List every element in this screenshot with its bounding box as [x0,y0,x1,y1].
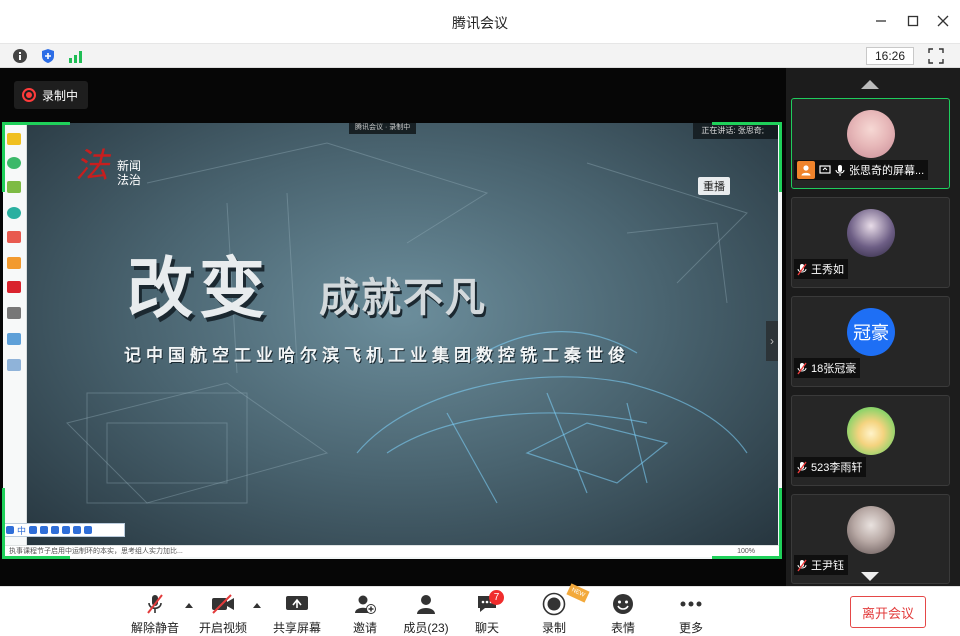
channel-logo-text: 新闻法治 [117,159,142,187]
share-screen-button[interactable]: 共享屏幕 [267,593,327,635]
shirt-icon [73,526,82,534]
player-status-bar: 执事课程节子启用中运制环的本实，思考组人实力加比... 100% [3,545,779,557]
participant-tile[interactable]: 冠豪 18张冠豪 [791,296,950,387]
avatar [847,209,895,257]
close-icon[interactable] [932,10,954,32]
record-label: 录制 [541,621,566,635]
meeting-info-bar: 16:26 [0,44,960,68]
microphone-muted-icon [797,263,807,275]
scroll-up-icon[interactable] [861,80,879,89]
channel-logo-icon: 法 [75,146,109,186]
invite-label: 邀请 [352,621,377,635]
unmute-label: 解除静音 [130,621,179,635]
app-icon-blue [7,333,21,345]
avatar [847,110,895,158]
headline-small: 成就不凡 [319,274,487,321]
avatar: 冠豪 [847,308,895,356]
emoji-button[interactable]: 表情 [593,593,653,635]
participant-name: 523李雨轩 [811,462,863,474]
headline-big: 改变 [127,249,271,327]
share-frame-corner [2,488,70,559]
app-icon-darkred [7,281,21,293]
participant-tile[interactable]: 523李雨轩 [791,395,950,486]
microphone-muted-icon [797,559,807,571]
start-video-label: 开启视频 [198,621,247,635]
participant-name: 王尹钰 [811,560,844,572]
participant-name: 18张冠豪 [811,363,857,375]
title-bar: 腾讯会议 [0,0,960,44]
share-frame-corner [712,122,782,192]
record-dot-icon [22,88,36,102]
participants-panel: 张思奇的屏幕... 王秀如 冠豪 18张冠豪 523李雨轩 王尹钰 [786,68,960,586]
more-icon [680,601,702,607]
emoji-label: 表情 [610,621,635,635]
recording-indicator[interactable]: 录制中 [14,81,88,109]
screen-share-icon [819,165,831,174]
participant-name-row: 张思奇的屏幕... [794,160,929,180]
microphone-muted-icon [147,594,163,614]
fullscreen-icon[interactable] [928,48,944,64]
scroll-down-icon[interactable] [861,572,879,581]
app-icon-orange [7,257,21,269]
leave-meeting-button[interactable]: 离开会议 [850,596,926,628]
avatar [847,407,895,455]
invite-button[interactable]: 邀请 [335,593,395,635]
minimize-icon[interactable] [870,10,892,32]
search-app-icon [7,207,21,219]
chevron-right-icon[interactable]: › [766,321,778,361]
members-button[interactable]: 成员(23) [396,593,456,635]
unmute-button[interactable]: 解除静音 [125,593,185,635]
video-options-caret-icon[interactable] [253,603,261,608]
chat-label: 聊天 [474,621,499,635]
chat-button[interactable]: 聊天 7 [457,590,517,635]
chat-unread-badge: 7 [489,590,504,605]
members-label: 成员(23) [403,621,449,635]
more-button[interactable]: 更多 [661,593,721,635]
app-icon-red [7,231,21,243]
participant-name-row: 523李雨轩 [794,457,867,477]
more-label: 更多 [678,621,703,635]
start-video-button[interactable]: 开启视频 [193,593,253,635]
info-icon[interactable] [12,48,28,64]
shield-icon[interactable] [40,48,56,64]
members-icon [417,595,435,614]
bottom-toolbar: 解除静音 开启视频 共享屏幕 邀请 成员(23) 聊天 7 NEW 录制 表情 … [0,583,960,636]
meeting-window: 腾讯会议 16:26 录制中 腾讯会议 · 录制中 正在讲话: 张思奇; 法 新… [0,0,960,636]
add-user-icon [355,595,376,614]
avatar [847,506,895,554]
participant-name-row: 王秀如 [794,259,848,279]
meeting-clock: 16:26 [865,47,914,65]
audio-options-caret-icon[interactable] [185,603,193,608]
participant-name: 张思奇的屏幕... [849,165,925,177]
tv-broadcast-frame: 腾讯会议 · 录制中 正在讲话: 张思奇; 法 新闻法治 重播 改变 成就不凡 … [27,123,778,547]
share-frame-corner [2,122,70,192]
microphone-muted-icon [797,461,807,473]
shared-screen-area: 录制中 腾讯会议 · 录制中 正在讲话: 张思奇; 法 新闻法治 重播 改变 成… [0,68,786,586]
maximize-icon[interactable] [902,10,924,32]
participant-tile[interactable]: 王秀如 [791,197,950,288]
share-screen-label: 共享屏幕 [272,621,321,635]
emoji-icon [613,594,633,614]
participant-name-row: 王尹钰 [794,555,848,575]
host-icon [797,161,815,179]
microphone-icon [835,164,845,176]
share-frame-corner [712,488,782,559]
participant-tile[interactable]: 王尹钰 [791,494,950,584]
participant-name-row: 18张冠豪 [794,358,861,378]
record-button[interactable]: 录制 [524,592,584,635]
signal-icon[interactable] [68,48,84,64]
recording-label: 录制中 [42,88,79,103]
microphone-muted-icon [797,362,807,374]
record-icon [542,592,566,616]
participant-tile[interactable]: 张思奇的屏幕... [791,98,950,189]
participant-name: 王秀如 [811,264,844,276]
window-title: 腾讯会议 [452,15,508,31]
headline-subtitle: 记中国航空工业哈尔滨飞机工业集团数控铣工秦世俊 [124,346,630,365]
share-screen-icon [286,596,308,610]
app-icon-lightblue [7,359,21,371]
gear-icon [84,526,93,534]
meeting-watermark: 腾讯会议 · 录制中 [349,123,417,134]
film-icon [7,307,21,319]
camera-off-icon [212,594,234,614]
